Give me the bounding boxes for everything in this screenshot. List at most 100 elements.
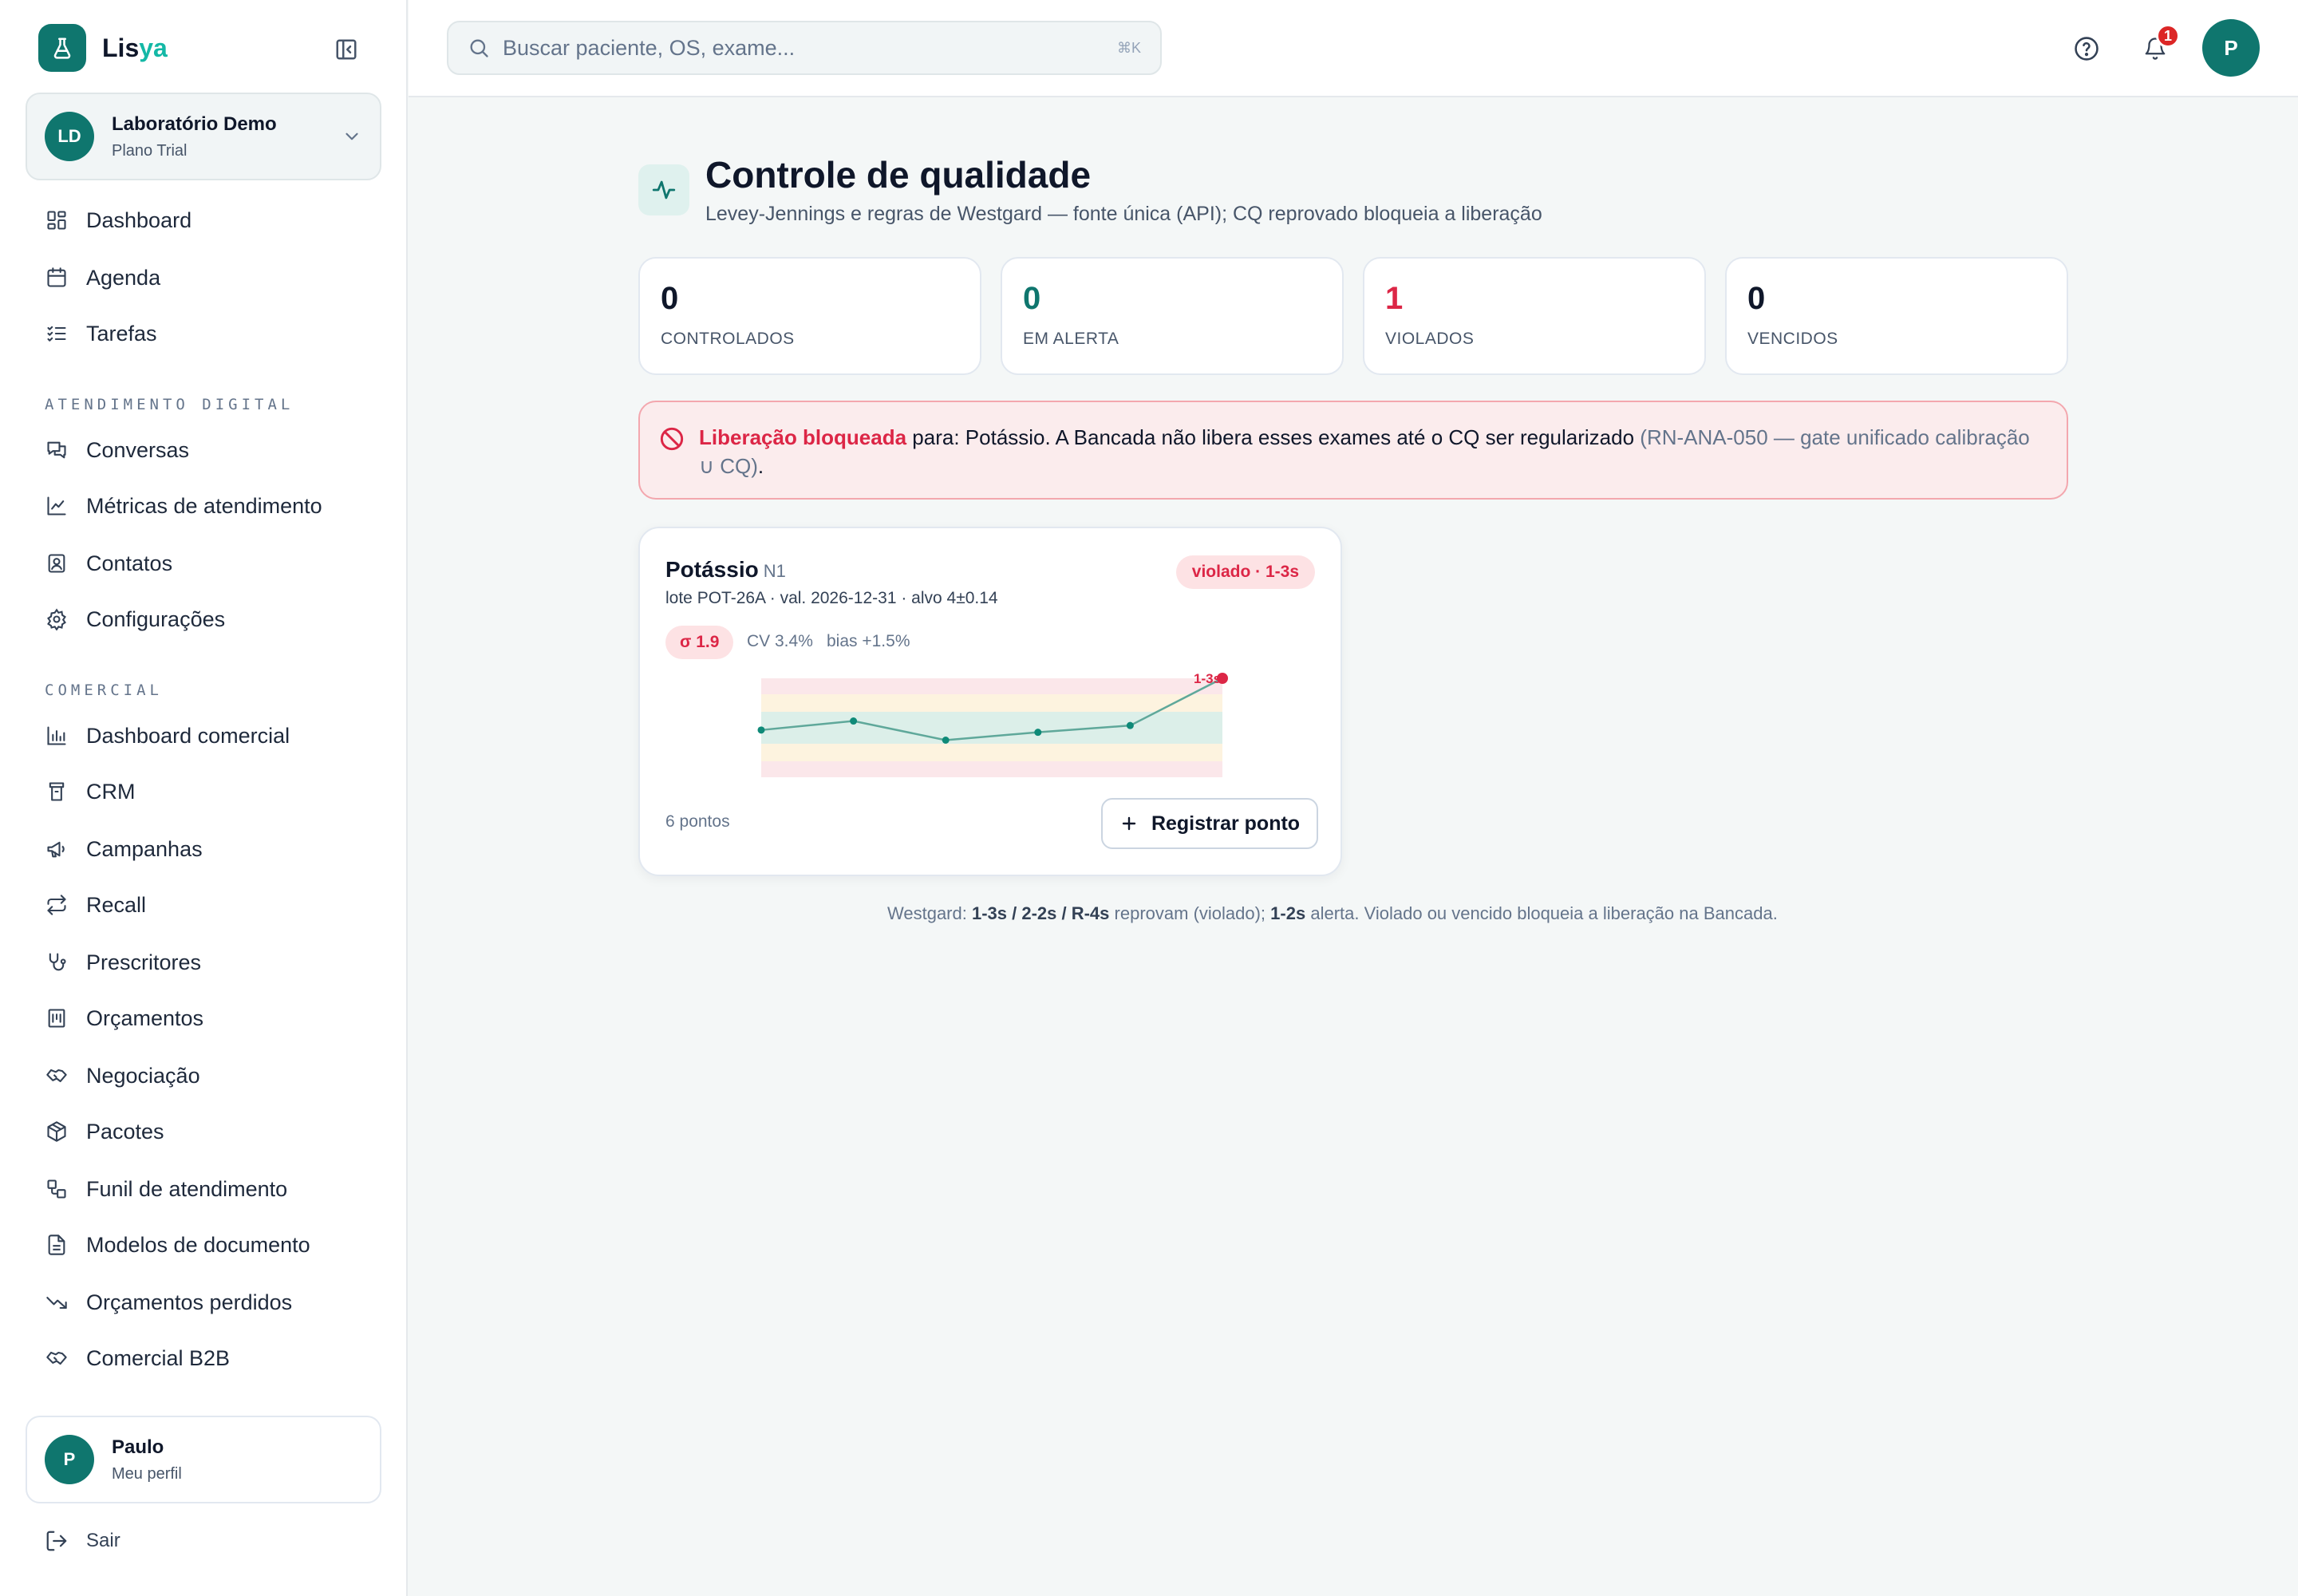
chart-point <box>757 726 765 734</box>
nav-item-negociacao[interactable]: Negociação <box>26 1052 381 1100</box>
nav-item-configuracoes[interactable]: Configurações <box>26 595 381 643</box>
nav-item-label: Prescritores <box>86 950 202 974</box>
search-input[interactable] <box>503 35 1109 61</box>
megaphone-icon <box>45 837 69 861</box>
sidebar-collapse-icon <box>336 39 357 60</box>
contact-icon <box>45 551 69 575</box>
points-count: 6 pontos <box>665 812 730 831</box>
qc-control-card: Potássio N1 lote POT-26A · val. 2026-12-3… <box>638 527 1342 876</box>
notifications-button[interactable]: 1 <box>2137 24 2180 67</box>
org-avatar: LD <box>45 112 94 161</box>
nav-item-conversas[interactable]: Conversas <box>26 426 381 474</box>
stat-value: 1 <box>1385 281 1404 316</box>
nav-item-agenda[interactable]: Agenda <box>26 254 381 302</box>
alert-text: para: Potássio. A Bancada não libera ess… <box>906 425 1641 449</box>
logout-icon <box>46 1531 67 1551</box>
nav-item-campanhas[interactable]: Campanhas <box>26 825 381 873</box>
nav-item-label: Dashboard comercial <box>86 723 290 748</box>
flask-icon <box>38 24 86 72</box>
nav-item-tarefas[interactable]: Tarefas <box>26 310 381 358</box>
brand-name: Lisya <box>102 34 168 63</box>
notification-count-badge: 1 <box>2156 24 2180 48</box>
nav-item-orcamentos[interactable]: Orçamentos <box>26 994 381 1042</box>
logout-button[interactable]: Sair <box>45 1529 120 1553</box>
chart-band-1sd <box>761 712 1222 744</box>
nav-item-label: Modelos de documento <box>86 1232 310 1257</box>
trending-down-icon <box>45 1290 69 1314</box>
nav-item-comercial-b2b[interactable]: Comercial B2B <box>26 1334 381 1382</box>
nav-item-label: Conversas <box>86 437 190 462</box>
search-shortcut-hint: ⌘K <box>1116 39 1141 56</box>
nav-item-label: Orçamentos <box>86 1005 204 1030</box>
stat-card-violados: 1 VIOLADOS <box>1363 257 1706 375</box>
help-button[interactable] <box>2068 30 2105 67</box>
search-box[interactable]: ⌘K <box>447 21 1162 75</box>
nav-item-label: Negociação <box>86 1063 200 1088</box>
receipt-icon <box>45 1006 69 1030</box>
nav-item-dashboard-comercial[interactable]: Dashboard comercial <box>26 712 381 760</box>
nav-item-prescritores[interactable]: Prescritores <box>26 938 381 986</box>
dashboard-icon <box>45 208 69 232</box>
nav-item-label: Contatos <box>86 551 173 575</box>
line-chart-icon <box>45 494 69 518</box>
stat-label: VIOLADOS <box>1385 330 1475 348</box>
nav-item-metricas-atendimento[interactable]: Métricas de atendimento <box>26 482 381 530</box>
stat-value: 0 <box>661 281 679 316</box>
handshake-icon <box>45 1064 69 1088</box>
footnote-fail-rules: 1-3s / 2-2s / R-4s <box>971 903 1110 923</box>
collapse-sidebar-button[interactable] <box>332 35 361 64</box>
page-title: Controle de qualidade <box>705 154 1092 196</box>
levey-jennings-chart: 1-3s <box>757 671 1228 777</box>
nav-item-label: Funil de atendimento <box>86 1176 288 1201</box>
bar-chart-icon <box>45 724 69 748</box>
footnote-alert-rule: 1-2s <box>1270 903 1306 923</box>
chart-point <box>1034 729 1042 737</box>
logout-label: Sair <box>86 1530 120 1551</box>
package-icon <box>45 1120 69 1144</box>
chart-point <box>1126 721 1134 729</box>
page-subtitle: Levey-Jennings e regras de Westgard — fo… <box>705 203 1542 225</box>
alert-end: . <box>757 454 764 478</box>
nav-item-funil-atendimento[interactable]: Funil de atendimento <box>26 1165 381 1213</box>
chevron-down-icon <box>345 132 358 140</box>
crm-icon <box>45 780 69 804</box>
user-profile-card[interactable]: P Paulo Meu perfil <box>26 1416 381 1503</box>
stat-label: CONTROLADOS <box>661 330 795 348</box>
nav-item-orcamentos-perdidos[interactable]: Orçamentos perdidos <box>26 1278 381 1326</box>
help-circle-icon <box>2075 37 2099 61</box>
section-label-comercial: COMERCIAL <box>45 681 163 699</box>
nav-item-dashboard[interactable]: Dashboard <box>26 196 381 244</box>
nav-item-contatos[interactable]: Contatos <box>26 539 381 587</box>
footnote-prefix: Westgard: <box>887 903 972 923</box>
nav-item-label: Métricas de atendimento <box>86 493 322 518</box>
stat-value: 0 <box>1023 281 1041 316</box>
footnote-suffix: alerta. Violado ou vencido bloqueia a li… <box>1305 903 1778 923</box>
nav-item-crm[interactable]: CRM <box>26 768 381 816</box>
register-point-button[interactable]: Registrar ponto <box>1101 798 1318 849</box>
nav-item-label: Campanhas <box>86 836 203 861</box>
account-avatar[interactable]: P <box>2202 19 2260 77</box>
stat-label: EM ALERTA <box>1023 330 1119 348</box>
organization-switcher[interactable]: LD Laboratório Demo Plano Trial <box>26 93 381 180</box>
alert-title: Liberação bloqueada <box>699 425 907 449</box>
nav-item-label: Configurações <box>86 606 226 631</box>
chart-point <box>942 737 950 744</box>
org-plan: Plano Trial <box>112 141 188 160</box>
nav-item-pacotes[interactable]: Pacotes <box>26 1108 381 1156</box>
nav-item-modelos-documento[interactable]: Modelos de documento <box>26 1221 381 1269</box>
nav-item-label: Tarefas <box>86 321 157 346</box>
westgard-footnote: Westgard: 1-3s / 2-2s / R-4s reprovam (v… <box>887 903 1778 924</box>
stat-label: VENCIDOS <box>1747 330 1838 348</box>
workflow-icon <box>45 1177 69 1201</box>
stethoscope-icon <box>45 950 69 974</box>
nav-item-label: CRM <box>86 779 136 804</box>
release-blocked-alert: Liberação bloqueada para: Potássio. A Ba… <box>638 401 2068 500</box>
nav-item-label: Recall <box>86 892 147 917</box>
user-avatar: P <box>45 1435 94 1484</box>
nav-item-recall[interactable]: Recall <box>26 881 381 929</box>
chart-point <box>850 717 858 725</box>
activity-icon <box>638 164 689 215</box>
org-name: Laboratório Demo <box>112 113 277 135</box>
brand[interactable]: Lisya <box>38 24 168 72</box>
document-icon <box>45 1233 69 1257</box>
